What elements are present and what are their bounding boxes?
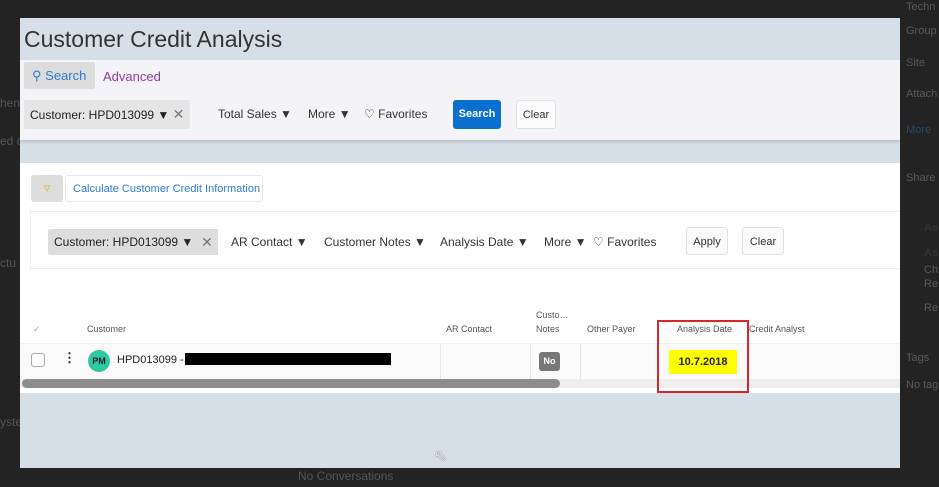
side-label: Attach <box>906 88 938 100</box>
search-panel: ⚲ Search Advanced Customer: HPD013099 ▼ … <box>20 60 900 140</box>
tab-search[interactable]: ⚲ Search <box>24 62 95 89</box>
select-all-check[interactable]: ✓ <box>33 324 41 335</box>
favorites-button[interactable]: ♡ Favorites <box>593 235 656 249</box>
favorites-label: Favorites <box>378 107 428 121</box>
side-label: Ch <box>924 264 939 276</box>
clear-button[interactable]: Clear <box>742 227 784 255</box>
side-label: Re <box>924 278 939 290</box>
close-icon[interactable]: ✕ <box>196 229 218 255</box>
close-icon[interactable]: ✕ <box>173 106 185 122</box>
col-ar-contact[interactable]: AR Contact <box>446 324 492 334</box>
row-checkbox[interactable] <box>31 353 45 367</box>
side-label: Techn <box>906 1 936 13</box>
no-conversations-text: No Conversations <box>298 469 394 483</box>
side-label: As <box>924 222 939 234</box>
avatar: PM <box>88 350 110 372</box>
side-label: No tag <box>906 379 939 391</box>
bg-fragment: yste <box>0 415 23 429</box>
side-label: Tags <box>906 352 930 364</box>
analysis-date-label: Analysis Date <box>440 235 514 249</box>
customer-cell[interactable]: HPD013099 - <box>117 354 184 366</box>
page-title: Customer Credit Analysis <box>24 26 283 52</box>
chevron-down-icon: ▼ <box>338 107 351 121</box>
col-other-payer[interactable]: Other Payer <box>587 324 636 334</box>
side-label: Share <box>906 172 936 184</box>
customer-filter-label: Customer: HPD013099 <box>54 235 179 249</box>
tab-advanced[interactable]: Advanced <box>103 69 161 84</box>
more-options-icon[interactable]: ⋮ <box>63 350 76 366</box>
horizontal-scrollbar[interactable] <box>20 379 900 388</box>
chevron-down-icon[interactable]: ▼ <box>157 108 169 122</box>
results-card: ▿ Calculate Customer Credit Information … <box>20 163 900 393</box>
ar-contact-dropdown[interactable]: AR Contact ▼ <box>231 235 308 249</box>
more-label: More <box>308 107 336 121</box>
more-dropdown[interactable]: More ▼ <box>544 235 587 249</box>
filter-bar: Customer: HPD013099 ▼ ✕ AR Contact ▼ Cus… <box>30 211 900 269</box>
notes-badge: No <box>539 352 560 371</box>
favorites-label: Favorites <box>607 235 657 249</box>
side-label: Site <box>906 57 925 69</box>
more-dropdown[interactable]: More ▼ <box>308 107 351 121</box>
chevron-down-icon[interactable]: ▼ <box>181 235 193 249</box>
table-row[interactable]: ⋮ PM HPD013099 - No 10.7.2018 <box>20 343 900 380</box>
analysis-date-dropdown[interactable]: Analysis Date ▼ <box>440 235 529 249</box>
chevron-down-icon: ▼ <box>280 107 292 121</box>
col-credit-analyst[interactable]: Credit Analyst <box>749 324 805 334</box>
total-sales-label: Total Sales <box>218 107 277 121</box>
bg-fragment: hen <box>0 96 21 110</box>
customer-filter-chip[interactable]: Customer: HPD013099 ▼ ✕ <box>24 100 191 129</box>
favorites-button[interactable]: ♡ Favorites <box>364 107 427 121</box>
calculate-credit-button[interactable]: Calculate Customer Credit Information <box>65 175 263 202</box>
annotation-highlight-box <box>657 320 749 393</box>
redacted-name <box>185 353 391 365</box>
side-label: As <box>924 247 939 259</box>
col-notes-top: Custo… <box>536 310 569 320</box>
credit-analysis-modal: Customer Credit Analysis ⚲ Search Advanc… <box>20 18 900 468</box>
search-icon: ⚲ <box>32 68 42 83</box>
side-label: Group <box>906 25 937 37</box>
bg-fragment: ctu <box>0 256 17 270</box>
side-more-link[interactable]: More <box>906 124 931 136</box>
filter-icon[interactable]: ▿ <box>31 175 63 202</box>
total-sales-dropdown[interactable]: Total Sales ▼ <box>218 107 292 121</box>
col-customer[interactable]: Customer <box>87 324 126 334</box>
side-label: Re <box>924 302 939 314</box>
customer-notes-label: Customer Notes <box>324 235 411 249</box>
clear-button[interactable]: Clear <box>516 100 556 129</box>
customer-filter-label: Customer: HPD013099 <box>30 108 155 122</box>
customer-filter-chip[interactable]: Customer: HPD013099 ▼ <box>48 229 200 255</box>
scrollbar-thumb[interactable] <box>22 379 560 388</box>
ar-contact-label: AR Contact <box>231 235 293 249</box>
tab-search-label: Search <box>45 68 87 83</box>
apply-button[interactable]: Apply <box>686 227 728 255</box>
customer-notes-dropdown[interactable]: Customer Notes ▼ <box>324 235 426 249</box>
more-label: More <box>544 235 572 249</box>
col-notes[interactable]: Notes <box>536 324 560 334</box>
mouse-cursor-icon: ⬁ <box>434 448 448 465</box>
search-button[interactable]: Search <box>453 100 501 129</box>
heart-icon: ♡ <box>593 235 604 249</box>
heart-icon: ♡ <box>364 107 375 121</box>
